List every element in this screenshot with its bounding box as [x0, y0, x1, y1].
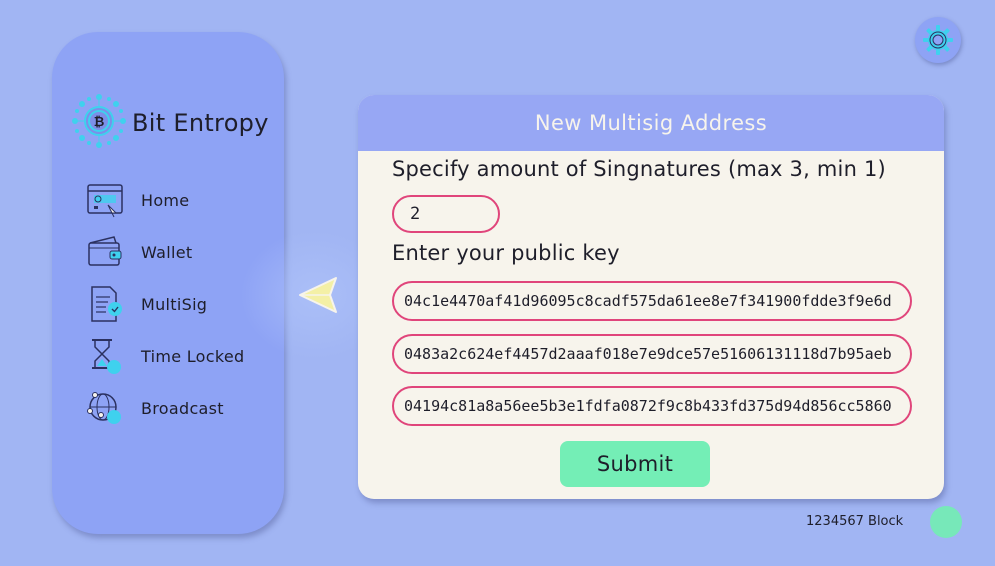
pubkey-input-1[interactable] [392, 281, 912, 321]
settings-button[interactable] [915, 17, 961, 63]
app-name: Bit Entropy [132, 109, 269, 137]
browser-window-icon [86, 181, 124, 219]
block-height: 1234567 Block [806, 514, 904, 529]
sidebar-item-label: Broadcast [141, 398, 224, 418]
new-multisig-card: New Multisig Address Specify amount of S… [358, 95, 944, 499]
svg-text:₿: ₿ [94, 115, 105, 130]
sidebar-item-label: Time Locked [141, 346, 245, 366]
signatures-amount-input[interactable] [392, 195, 500, 233]
sidebar-item-label: Home [141, 190, 190, 210]
sidebar-item-wallet[interactable]: Wallet [86, 226, 244, 278]
signatures-label: Specify amount of Singnatures (max 3, mi… [392, 157, 886, 181]
card-title: New Multisig Address [534, 111, 768, 135]
sidebar-item-time-locked[interactable]: Time Locked [86, 330, 244, 382]
pubkey-input-3[interactable] [392, 386, 912, 426]
submit-button[interactable]: Submit [560, 441, 710, 487]
document-multisig-icon [86, 285, 124, 323]
status-indicator [930, 506, 962, 538]
sidebar-item-label: MultiSig [141, 294, 208, 314]
sidebar-nav: Home Wallet MultiSig Time Locked Broadca… [86, 174, 244, 434]
pubkey-label: Enter your public key [392, 241, 620, 265]
sidebar-item-home[interactable]: Home [86, 174, 244, 226]
globe-network-icon [86, 389, 124, 427]
sidebar-item-label: Wallet [141, 242, 193, 262]
bitcoin-logo-icon: ₿ [70, 92, 128, 150]
sidebar-item-multisig[interactable]: MultiSig [86, 278, 244, 330]
hourglass-icon [86, 337, 124, 375]
card-header: New Multisig Address [358, 95, 944, 151]
collapse-arrow-icon[interactable] [298, 275, 340, 315]
pubkey-input-2[interactable] [392, 334, 912, 374]
gear-icon [923, 25, 953, 55]
sidebar-item-broadcast[interactable]: Broadcast [86, 382, 244, 434]
wallet-icon [86, 233, 124, 271]
brand[interactable]: ₿ Bit Entropy [70, 92, 269, 150]
